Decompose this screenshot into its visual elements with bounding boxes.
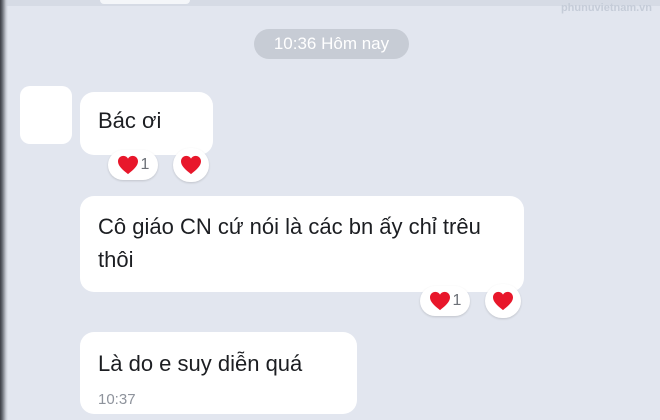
add-reaction-button[interactable] <box>173 148 209 182</box>
message-bubble[interactable]: Bác ơi <box>80 92 213 155</box>
heart-icon <box>492 291 514 311</box>
reaction-count: 1 <box>452 292 462 309</box>
message-text: Bác ơi <box>98 108 162 133</box>
message-timestamp: 10:37 <box>98 391 136 408</box>
message-text: Là do e suy diễn quá <box>98 351 303 376</box>
heart-icon <box>117 155 139 175</box>
reaction-count: 1 <box>140 156 150 173</box>
avatar[interactable] <box>20 86 72 144</box>
previous-bubble-fragment <box>100 0 190 4</box>
add-reaction-button[interactable] <box>485 284 521 318</box>
heart-icon <box>429 291 451 311</box>
message-bubble[interactable]: Cô giáo CN cứ nói là các bn ấy chỉ trêu … <box>80 196 524 292</box>
date-separator: 10:36 Hôm nay <box>254 29 409 59</box>
watermark: phunuvietnam.vn <box>560 2 652 14</box>
heart-icon <box>180 155 202 175</box>
reaction-count-badge[interactable]: 1 <box>420 286 470 316</box>
reaction-count-badge[interactable]: 1 <box>108 150 158 180</box>
window-edge-shadow <box>0 0 8 420</box>
message-text: Cô giáo CN cứ nói là các bn ấy chỉ trêu … <box>98 214 481 272</box>
message-bubble[interactable]: Là do e suy diễn quá 10:37 <box>80 332 357 414</box>
